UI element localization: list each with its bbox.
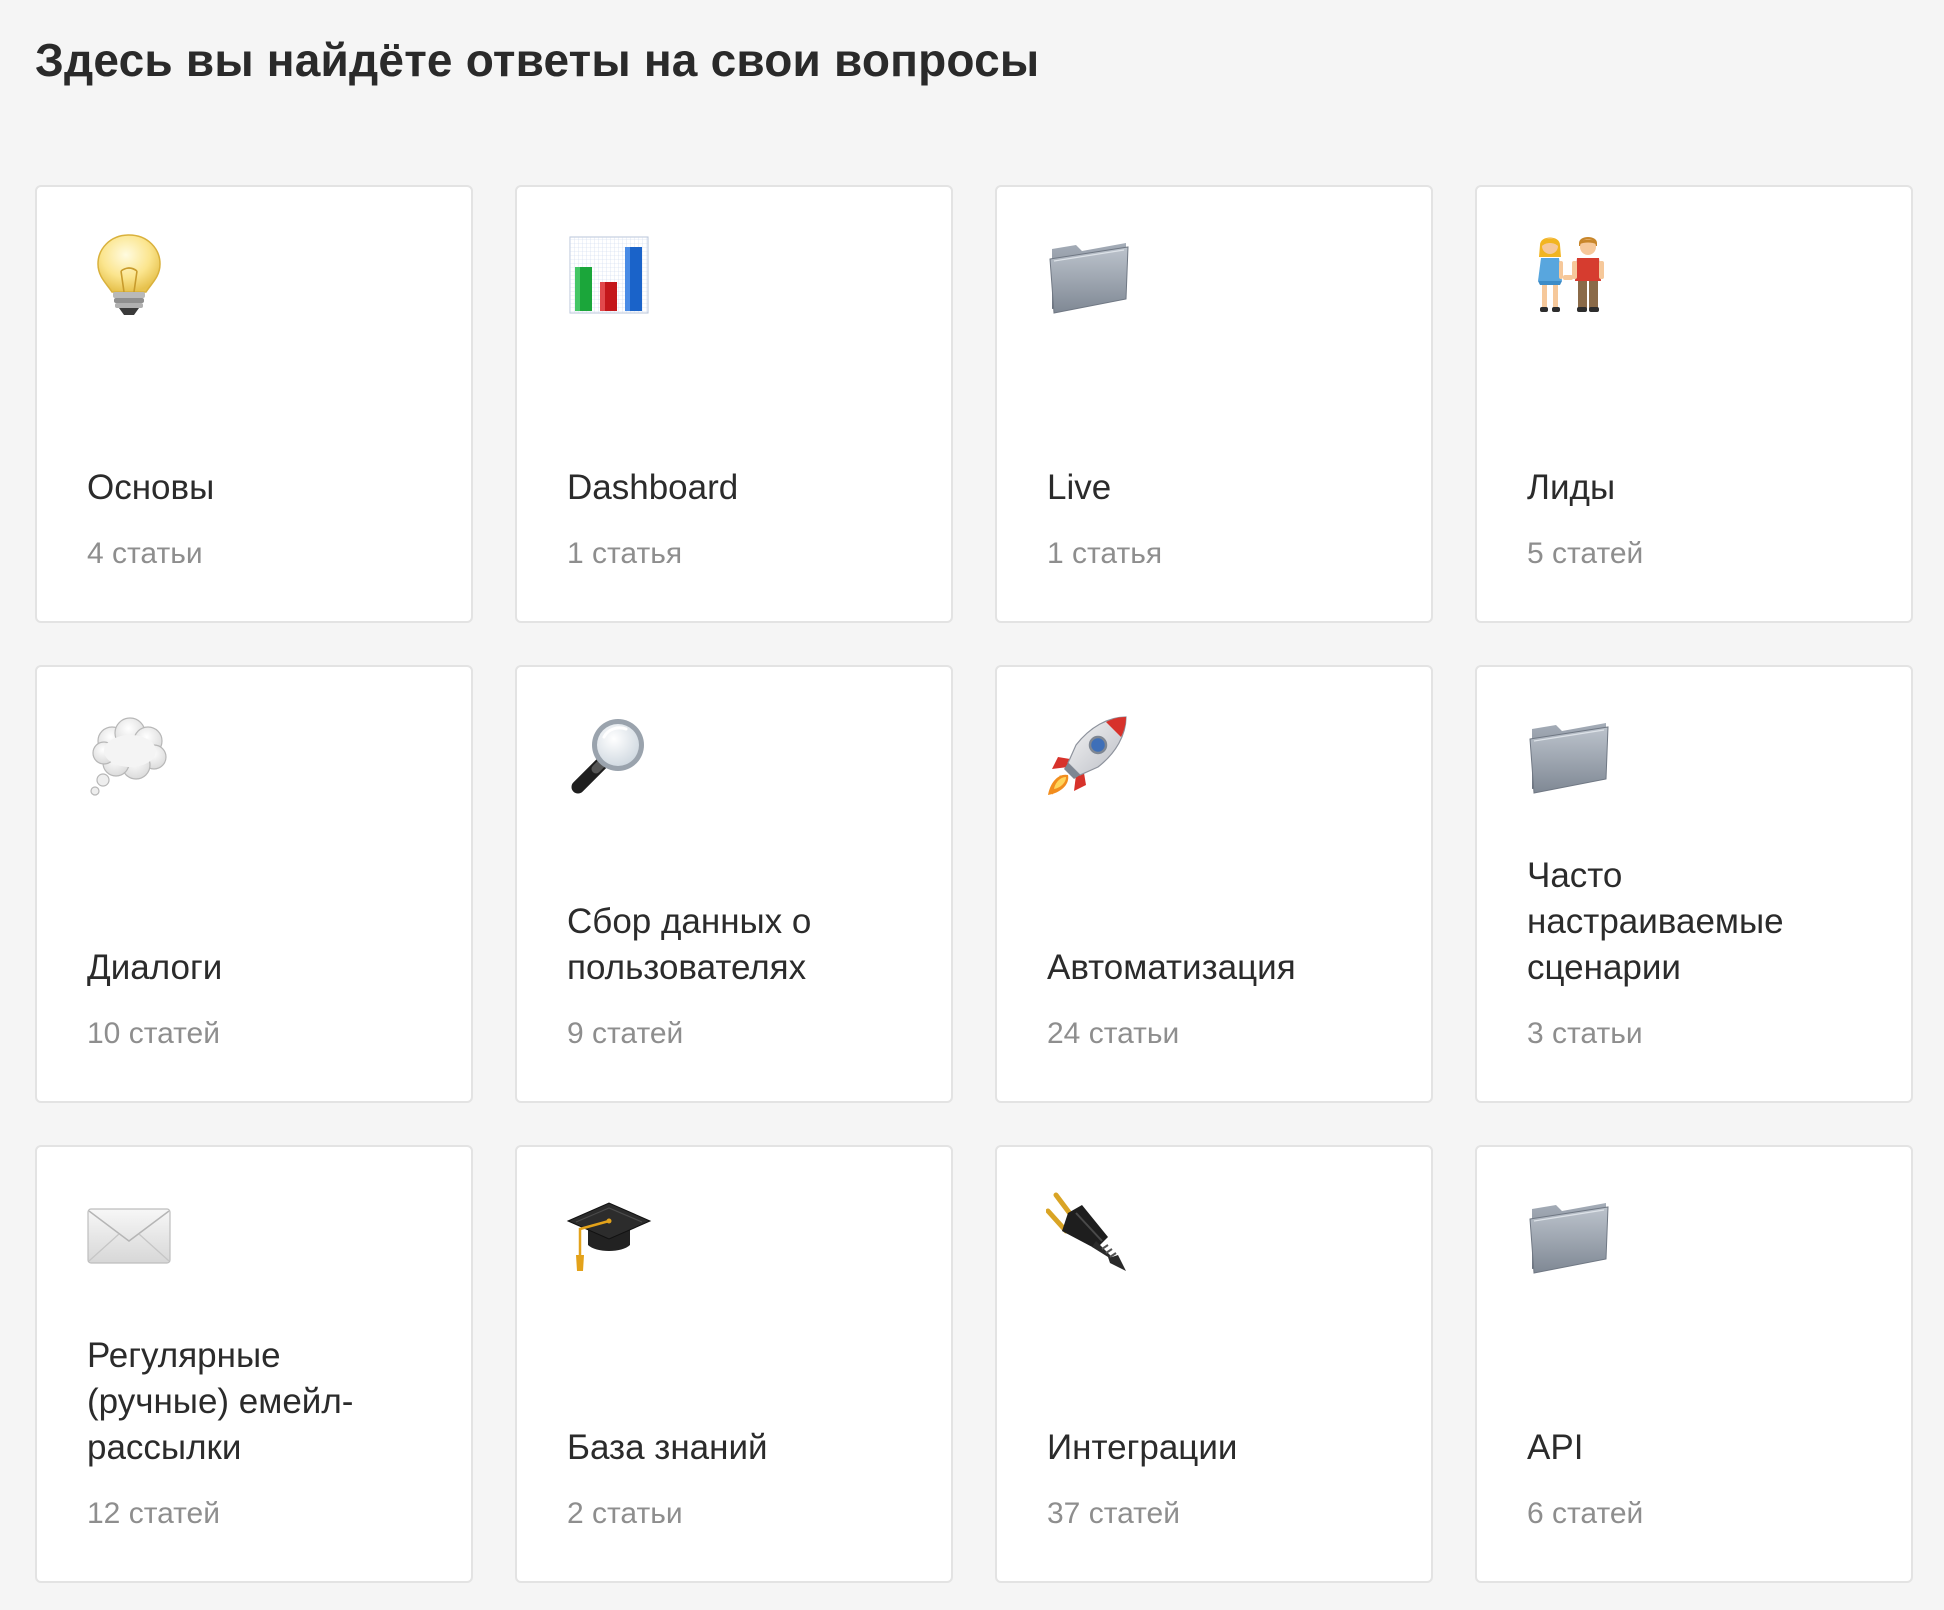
category-title: Live (1047, 468, 1112, 507)
article-count: 1 статья (1047, 537, 1163, 570)
category-card-dashboard[interactable]: Dashboard 1 статья (515, 185, 953, 623)
article-count: 24 статьи (1047, 1017, 1180, 1050)
thought-bubble-icon (86, 711, 172, 797)
category-title: Часто настраиваемые сценарии (1527, 856, 1784, 987)
category-title: Dashboard (567, 468, 739, 507)
category-title: Диалоги (87, 948, 223, 987)
article-count: 2 статьи (567, 1497, 683, 1530)
article-count: 3 статьи (1527, 1017, 1643, 1050)
category-title: Регулярные (ручные) емейл-рассылки (87, 1336, 354, 1467)
plug-icon (1046, 1191, 1132, 1277)
article-count: 4 статьи (87, 537, 203, 570)
category-card-live[interactable]: Live 1 статья (995, 185, 1433, 623)
folder-icon (1526, 711, 1612, 797)
category-title: API (1527, 1428, 1584, 1467)
category-title: Сбор данных о пользователях (567, 902, 812, 987)
article-count: 12 статей (87, 1497, 220, 1530)
article-count: 9 статей (567, 1017, 684, 1050)
folder-icon (1046, 231, 1132, 317)
category-title: База знаний (567, 1428, 768, 1467)
category-card-email-campaigns[interactable]: Регулярные (ручные) емейл-рассылки 12 ст… (35, 1145, 473, 1583)
category-card-user-data[interactable]: Сбор данных о пользователях 9 статей (515, 665, 953, 1103)
category-title: Основы (87, 468, 215, 507)
rocket-icon (1046, 711, 1132, 797)
folder-icon (1526, 1191, 1612, 1277)
category-card-api[interactable]: API 6 статей (1475, 1145, 1913, 1583)
lightbulb-icon (86, 231, 172, 317)
category-grid: Основы 4 статьи Dashboard 1 статья Live … (35, 185, 1913, 1583)
article-count: 10 статей (87, 1017, 220, 1050)
graduation-cap-icon (566, 1191, 652, 1277)
bar-chart-icon (566, 231, 652, 317)
category-card-scenarios[interactable]: Часто настраиваемые сценарии 3 статьи (1475, 665, 1913, 1103)
couple-icon (1526, 231, 1612, 317)
page-title: Здесь вы найдёте ответы на свои вопросы (35, 34, 1040, 86)
category-title: Автоматизация (1047, 948, 1296, 987)
category-card-integrations[interactable]: Интеграции 37 статей (995, 1145, 1433, 1583)
category-card-basics[interactable]: Основы 4 статьи (35, 185, 473, 623)
article-count: 37 статей (1047, 1497, 1180, 1530)
category-card-automation[interactable]: Автоматизация 24 статьи (995, 665, 1433, 1103)
category-title: Лиды (1527, 468, 1616, 507)
category-title: Интеграции (1047, 1428, 1238, 1467)
envelope-icon (86, 1191, 172, 1277)
category-card-knowledge-base[interactable]: База знаний 2 статьи (515, 1145, 953, 1583)
article-count: 6 статей (1527, 1497, 1644, 1530)
category-card-leads[interactable]: Лиды 5 статей (1475, 185, 1913, 623)
article-count: 5 статей (1527, 537, 1644, 570)
magnifier-icon (566, 711, 652, 797)
category-card-dialogs[interactable]: Диалоги 10 статей (35, 665, 473, 1103)
article-count: 1 статья (567, 537, 683, 570)
